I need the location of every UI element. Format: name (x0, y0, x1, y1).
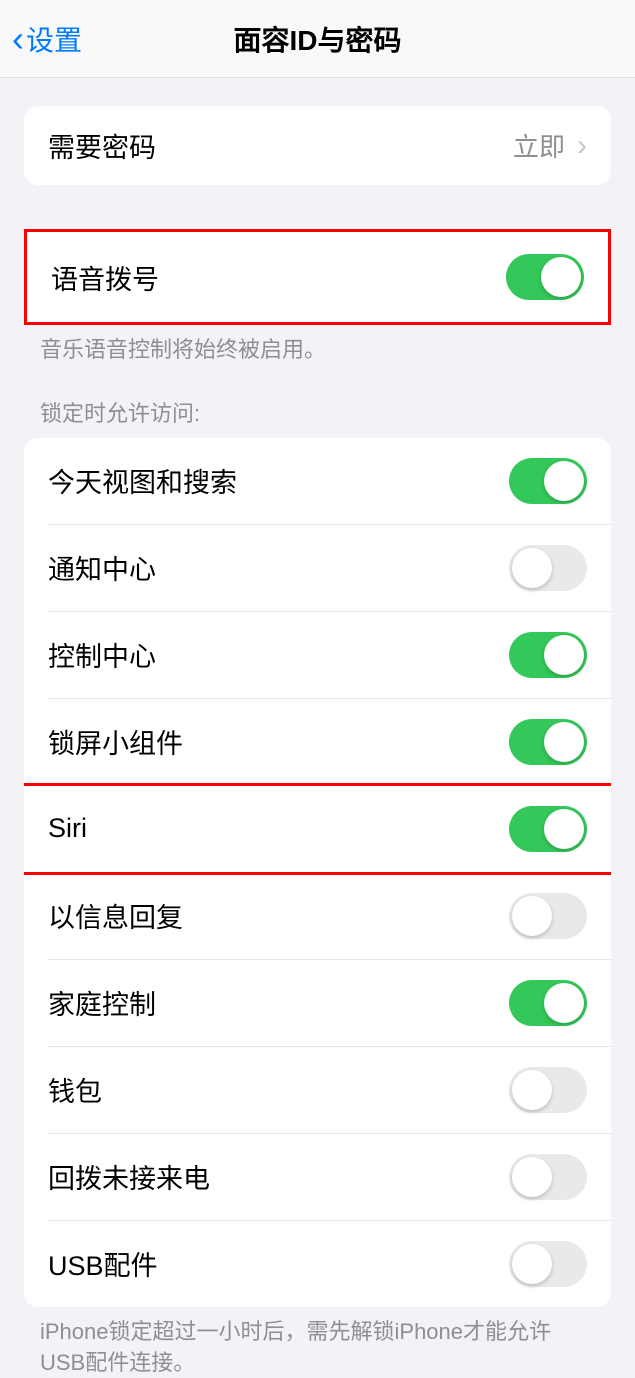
require-passcode-value: 立即 › (513, 127, 587, 164)
control-center-toggle[interactable] (509, 632, 587, 678)
home-control-label: 家庭控制 (48, 983, 156, 1022)
today-view-toggle[interactable] (509, 458, 587, 504)
wallet-row: 钱包 (24, 1047, 611, 1133)
callback-row: 回拨未接来电 (24, 1134, 611, 1220)
today-view-label: 今天视图和搜索 (48, 461, 237, 500)
control-center-row: 控制中心 (24, 612, 611, 698)
wallet-toggle[interactable] (509, 1067, 587, 1113)
home-control-row: 家庭控制 (24, 960, 611, 1046)
voice-dial-toggle[interactable] (506, 254, 584, 300)
notification-center-row: 通知中心 (24, 525, 611, 611)
lock-access-group: 今天视图和搜索 通知中心 控制中心 锁屏小组件 Siri 以信息回复 (24, 438, 611, 1307)
widgets-row: 锁屏小组件 (24, 699, 611, 785)
header: ‹ 设置 面容ID与密码 (0, 0, 635, 78)
usb-toggle[interactable] (509, 1241, 587, 1287)
page-title: 面容ID与密码 (0, 19, 635, 59)
reply-message-toggle[interactable] (509, 893, 587, 939)
require-passcode-row[interactable]: 需要密码 立即 › (24, 106, 611, 185)
usb-row: USB配件 (24, 1221, 611, 1307)
reply-message-label: 以信息回复 (48, 896, 183, 935)
notification-center-toggle[interactable] (509, 545, 587, 591)
callback-toggle[interactable] (509, 1154, 587, 1200)
voice-dial-row: 语音拨号 (27, 232, 608, 322)
require-passcode-label: 需要密码 (48, 126, 156, 165)
usb-label: USB配件 (48, 1244, 158, 1283)
siri-row: Siri (24, 786, 611, 872)
siri-toggle[interactable] (509, 806, 587, 852)
wallet-label: 钱包 (48, 1070, 102, 1109)
back-label: 设置 (26, 19, 82, 59)
home-control-toggle[interactable] (509, 980, 587, 1026)
notification-center-label: 通知中心 (48, 548, 156, 587)
voice-dial-footer: 音乐语音控制将始终被启用。 (0, 325, 635, 366)
chevron-right-icon: › (577, 129, 587, 163)
siri-label: Siri (48, 813, 87, 844)
lock-access-header: 锁定时允许访问: (0, 366, 635, 438)
back-button[interactable]: ‹ 设置 (0, 18, 82, 60)
reply-message-row: 以信息回复 (24, 873, 611, 959)
voice-dial-label: 语音拨号 (51, 258, 159, 297)
usb-footer: iPhone锁定超过一小时后，需先解锁iPhone才能允许USB配件连接。 (0, 1307, 635, 1378)
passcode-group: 需要密码 立即 › (24, 106, 611, 185)
voice-dial-highlight: 语音拨号 (24, 229, 611, 325)
control-center-label: 控制中心 (48, 635, 156, 674)
callback-label: 回拨未接来电 (48, 1157, 210, 1196)
widgets-toggle[interactable] (509, 719, 587, 765)
widgets-label: 锁屏小组件 (48, 722, 183, 761)
chevron-left-icon: ‹ (12, 18, 24, 60)
today-view-row: 今天视图和搜索 (24, 438, 611, 524)
